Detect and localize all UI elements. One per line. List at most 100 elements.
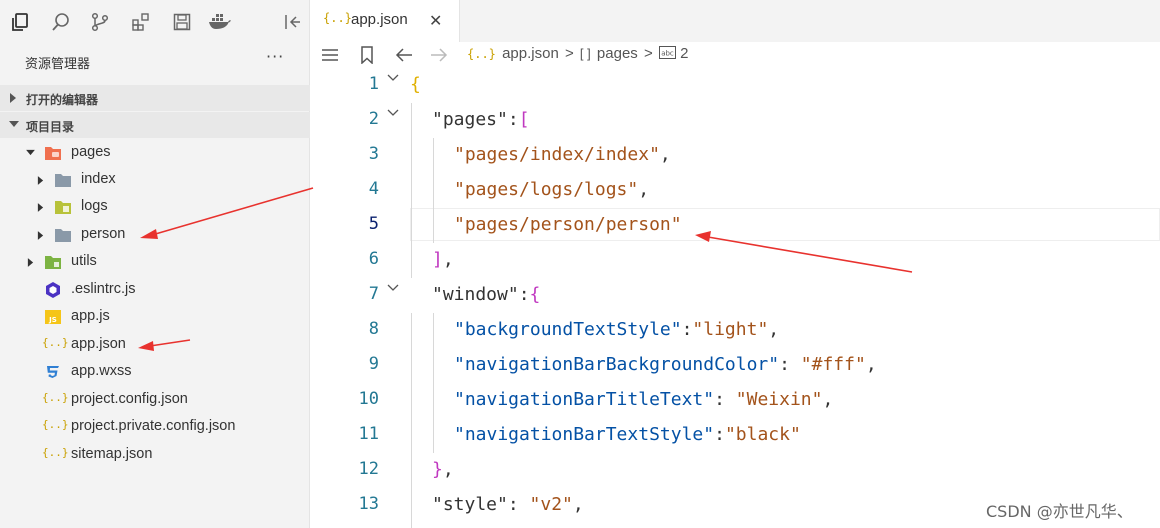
collapse-sidebar-icon[interactable] xyxy=(280,10,304,34)
tree-item-label: .eslintrc.js xyxy=(71,281,136,297)
tree-item-label: app.wxss xyxy=(71,363,132,379)
json-icon: {..} xyxy=(42,336,69,349)
tree-item-eslintrc[interactable]: .eslintrc.js xyxy=(0,277,310,304)
line-number: 1 xyxy=(368,74,379,94)
tree-item-label: utils xyxy=(71,253,97,269)
code-line-12: }, xyxy=(432,459,454,480)
svg-text:abc: abc xyxy=(661,50,674,58)
explorer-header: 资源管理器 ··· xyxy=(0,44,310,80)
save-icon[interactable] xyxy=(170,10,194,34)
json-icon: {..} xyxy=(467,47,496,61)
indent-guide xyxy=(433,138,434,243)
code-line-3: "pages/index/index", xyxy=(454,144,671,165)
line-number: 5 xyxy=(368,214,379,234)
breadcrumb-pages[interactable]: pages xyxy=(597,45,638,62)
tree-item-label: sitemap.json xyxy=(71,446,153,462)
open-editors-section[interactable]: 打开的编辑器 xyxy=(0,85,310,111)
project-section[interactable]: 项目目录 xyxy=(0,112,310,138)
fold-chevron-icon[interactable] xyxy=(387,109,399,117)
line-number: 4 xyxy=(368,179,379,199)
source-control-icon[interactable] xyxy=(88,10,112,34)
tree-item-sitemap[interactable]: {..} sitemap.json xyxy=(0,442,310,469)
tree-item-logs[interactable]: logs xyxy=(0,194,310,221)
indent-guide xyxy=(411,313,412,528)
tree-item-app-json[interactable]: {..} app.json xyxy=(0,332,310,359)
code-line-5: "pages/person/person" xyxy=(454,214,682,235)
json-icon: {..} xyxy=(42,391,69,404)
caret-down-icon xyxy=(26,149,35,156)
editor-toolbar: {..} app.json > [ ] pages > abc 2 xyxy=(311,42,1160,68)
tree-item-label: person xyxy=(81,226,126,242)
tree-item-person[interactable]: person xyxy=(0,222,310,249)
json-icon: {..} xyxy=(42,418,69,431)
folder-icon xyxy=(55,229,71,242)
close-icon[interactable]: ✕ xyxy=(429,11,442,30)
json-icon: {..} xyxy=(42,446,69,459)
indent-guide xyxy=(433,313,434,453)
activity-bar xyxy=(0,0,310,44)
tab-app-json[interactable]: {..} app.json ✕ xyxy=(311,0,460,42)
tree-item-label: pages xyxy=(71,144,111,160)
caret-down-icon xyxy=(9,121,19,127)
breadcrumb: {..} app.json > [ ] pages > abc 2 xyxy=(467,45,690,67)
list-icon[interactable] xyxy=(320,44,340,66)
code-line-8: "backgroundTextStyle":"light", xyxy=(454,319,780,340)
folder-utils-icon xyxy=(45,256,61,269)
caret-right-icon xyxy=(37,231,44,240)
tree-item-label: logs xyxy=(81,198,108,214)
tree-item-label: app.json xyxy=(71,336,126,352)
svg-text:JS: JS xyxy=(48,316,57,324)
project-label: 项目目录 xyxy=(26,120,75,134)
search-icon[interactable] xyxy=(49,10,73,34)
breadcrumb-separator: > xyxy=(643,45,653,62)
explorer-title: 资源管理器 xyxy=(25,57,91,72)
indent-guide xyxy=(411,103,412,278)
tree-item-project-private-config[interactable]: {..} project.private.config.json xyxy=(0,414,310,441)
folder-icon xyxy=(55,174,71,187)
more-actions-button[interactable]: ··· xyxy=(266,47,284,66)
tree-item-app-js[interactable]: JS app.js xyxy=(0,304,310,331)
code-line-7: "window":{ xyxy=(432,284,541,305)
tree-item-label: project.config.json xyxy=(71,391,188,407)
extensions-icon[interactable] xyxy=(129,10,153,34)
tree-item-utils[interactable]: utils xyxy=(0,249,310,276)
code-line-13: "style": "v2", xyxy=(432,494,584,515)
line-number: 3 xyxy=(368,144,379,164)
tree-item-app-wxss[interactable]: app.wxss xyxy=(0,359,310,386)
breadcrumb-file[interactable]: app.json xyxy=(502,45,559,62)
fold-chevron-icon[interactable] xyxy=(387,74,399,82)
folder-open-icon xyxy=(45,147,61,160)
code-line-1: { xyxy=(410,74,421,95)
folder-logs-icon xyxy=(55,201,71,214)
caret-right-icon xyxy=(37,176,44,185)
line-number: 12 xyxy=(358,459,379,479)
breadcrumb-index[interactable]: 2 xyxy=(680,45,688,62)
docker-icon[interactable] xyxy=(208,10,232,34)
tree-item-label: index xyxy=(81,171,116,187)
javascript-icon: JS xyxy=(45,310,61,324)
back-arrow-icon[interactable] xyxy=(395,44,413,66)
tree-item-pages[interactable]: pages xyxy=(0,140,310,167)
editor-tab-bar: {..} app.json ✕ xyxy=(311,0,1160,42)
tree-item-index[interactable]: index xyxy=(0,167,310,194)
line-number: 8 xyxy=(368,319,379,339)
code-line-10: "navigationBarTitleText": "Weixin", xyxy=(454,389,834,410)
code-editor[interactable]: 1 2 3 4 5 6 7 8 9 10 11 12 13 { "pages":… xyxy=(311,68,1160,528)
line-number: 10 xyxy=(358,389,379,409)
caret-right-icon xyxy=(27,258,34,267)
fold-chevron-icon[interactable] xyxy=(387,284,399,292)
line-number: 6 xyxy=(368,249,379,269)
code-line-4: "pages/logs/logs", xyxy=(454,179,650,200)
tree-item-project-config[interactable]: {..} project.config.json xyxy=(0,387,310,414)
open-editors-label: 打开的编辑器 xyxy=(26,93,99,107)
line-number: 7 xyxy=(368,284,379,304)
json-icon: {..} xyxy=(323,11,352,25)
bookmark-icon[interactable] xyxy=(359,44,375,66)
caret-right-icon xyxy=(37,203,44,212)
line-number: 9 xyxy=(368,354,379,374)
forward-arrow-icon[interactable] xyxy=(430,44,448,66)
tab-label: app.json xyxy=(351,11,408,28)
tree-item-label: app.js xyxy=(71,308,110,324)
explorer-icon[interactable] xyxy=(8,10,32,34)
code-line-2: "pages":[ xyxy=(432,109,530,130)
